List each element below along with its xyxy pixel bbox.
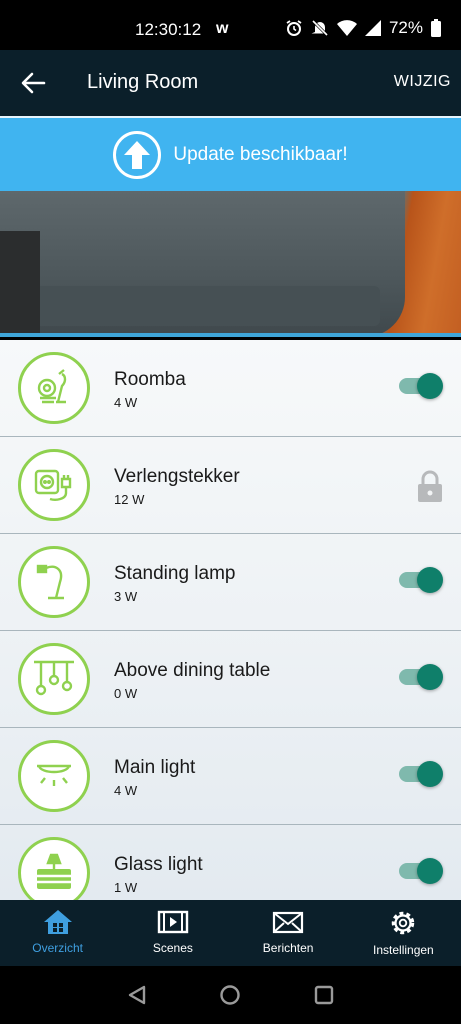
device-row-standing-lamp[interactable]: Standing lamp 3 W: [0, 534, 461, 631]
envelope-icon: [273, 911, 304, 934]
update-available-banner[interactable]: Update beschikbaar!: [0, 116, 461, 191]
power-strip-icon: [18, 449, 90, 521]
device-power: 3 W: [114, 589, 138, 604]
edit-button[interactable]: WIJZIG: [394, 73, 451, 91]
upload-arrow-icon: [113, 130, 162, 179]
toggle-knob: [417, 761, 443, 787]
device-toggle[interactable]: [399, 858, 443, 884]
device-toggle[interactable]: [399, 664, 443, 690]
status-icons: 72%: [285, 18, 441, 38]
tab-label: Berichten: [262, 941, 314, 955]
device-power: 1 W: [114, 880, 138, 895]
device-list: Roomba 4 W Verlengstekker 12 W Standing …: [0, 340, 461, 900]
pendant-lights-icon: [18, 643, 90, 715]
tab-scenes[interactable]: Scenes: [115, 900, 230, 966]
floor-lamp-icon: [18, 546, 90, 618]
toggle-knob: [417, 373, 443, 399]
status-time: 12:30:12: [135, 20, 202, 39]
app-notification-icon: w: [216, 20, 229, 37]
room-photo: [0, 191, 461, 337]
toggle-knob: [417, 858, 443, 884]
signal-icon: [364, 20, 381, 36]
device-toggle[interactable]: [399, 373, 443, 399]
update-label: Update beschikbaar!: [173, 143, 348, 165]
home-icon: [43, 910, 72, 934]
alarm-icon: [286, 20, 302, 36]
device-power: 4 W: [114, 395, 138, 410]
tab-berichten[interactable]: Berichten: [231, 900, 346, 966]
nav-recents-icon[interactable]: [313, 984, 335, 1006]
device-name: Main light: [114, 757, 196, 778]
ceiling-light-icon: [18, 740, 90, 812]
toggle-knob: [417, 567, 443, 593]
tab-label: Overzicht: [32, 941, 83, 955]
wifi-icon: [336, 20, 357, 36]
page-title: Living Room: [87, 71, 199, 93]
device-row-main-light[interactable]: Main light 4 W: [0, 728, 461, 825]
tab-label: Instellingen: [373, 943, 434, 957]
device-row-roomba[interactable]: Roomba 4 W: [0, 340, 461, 437]
nav-back-icon[interactable]: [126, 984, 148, 1006]
sofa-shadow: [0, 231, 40, 337]
table-lamp-icon: [18, 837, 90, 900]
lock-icon: [418, 470, 442, 502]
tab-label: Scenes: [152, 941, 193, 955]
device-name: Roomba: [114, 369, 186, 390]
system-navigation-bar: [0, 966, 461, 1024]
device-row-glass-light[interactable]: Glass light 1 W: [0, 825, 461, 900]
sofa-seat: [20, 286, 380, 326]
film-icon: [157, 910, 189, 934]
tab-overzicht[interactable]: Overzicht: [0, 900, 115, 966]
toggle-knob: [417, 664, 443, 690]
device-name: Verlengstekker: [114, 466, 240, 487]
device-name: Glass light: [114, 854, 203, 875]
device-name: Standing lamp: [114, 563, 236, 584]
device-row-verlengstekker[interactable]: Verlengstekker 12 W: [0, 437, 461, 534]
photo-edge: [0, 333, 461, 337]
device-row-above-dining-table[interactable]: Above dining table 0 W: [0, 631, 461, 728]
gear-icon: [392, 911, 415, 935]
app-bar: Living Room WIJZIG: [0, 50, 461, 116]
bottom-tab-bar: Overzicht Scenes Berichten Instellingen: [0, 900, 461, 966]
battery-percent: 72%: [388, 18, 423, 37]
vacuum-robot-icon: [18, 352, 90, 424]
device-power: 4 W: [114, 783, 138, 798]
tab-instellingen[interactable]: Instellingen: [346, 900, 461, 966]
battery-icon: [431, 19, 441, 37]
device-name: Above dining table: [114, 660, 271, 681]
do-not-disturb-icon: [311, 19, 329, 37]
back-arrow-icon[interactable]: [20, 70, 46, 96]
device-power: 12 W: [114, 492, 145, 507]
status-bar: 12:30:12 w 72%: [0, 0, 461, 50]
device-power: 0 W: [114, 686, 138, 701]
device-toggle[interactable]: [399, 567, 443, 593]
nav-home-icon[interactable]: [219, 984, 241, 1006]
device-toggle[interactable]: [399, 761, 443, 787]
